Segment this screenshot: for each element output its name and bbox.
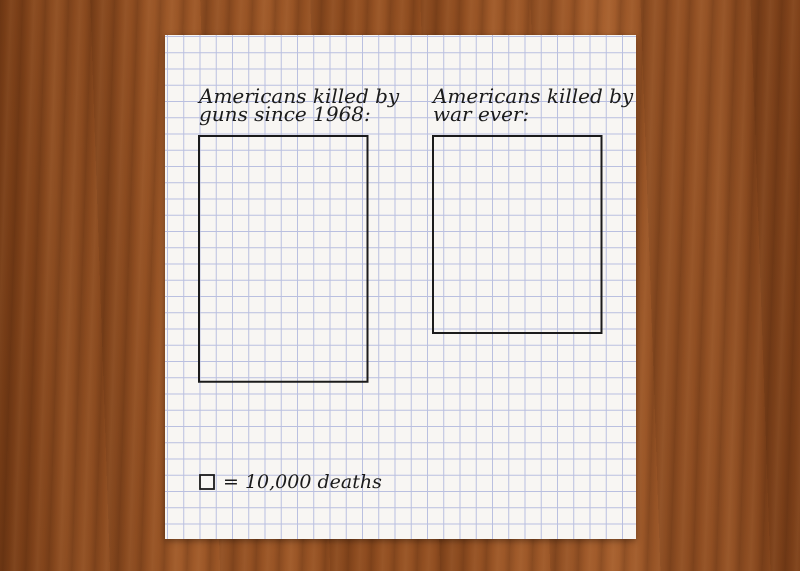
bar-outline-1	[198, 135, 369, 383]
hand-drawn-chart: Americans killed byguns since 1968:Ameri…	[197, 84, 634, 493]
legend-text: = 10,000 deaths	[223, 471, 382, 493]
graph-paper-sheet: Americans killed by guns since 1968: Ameri…	[165, 35, 636, 539]
bar-title-line2-1: guns since 1968:	[199, 102, 371, 126]
bar-outline-2	[432, 135, 603, 334]
bar-title-line2-2: war ever:	[433, 102, 529, 126]
legend-square-icon	[199, 474, 215, 490]
